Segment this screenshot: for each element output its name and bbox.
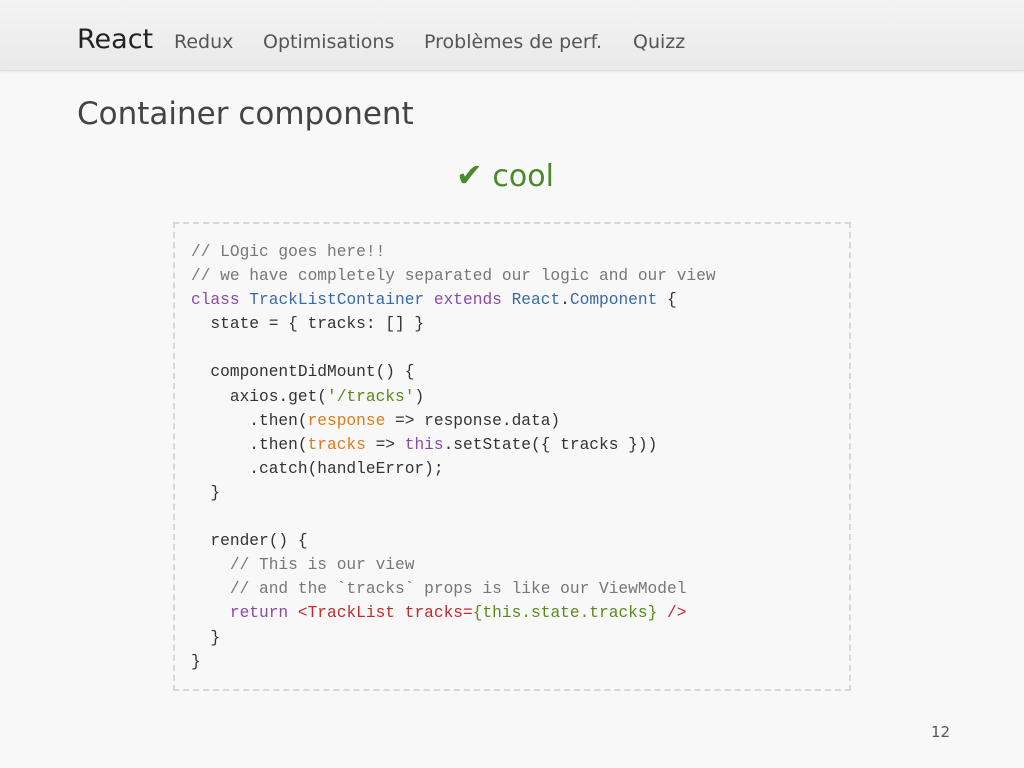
code-token: {this.state.tracks} [472, 604, 658, 623]
code-line: .catch(handleError); [191, 457, 716, 481]
code-token: this [404, 435, 444, 454]
code-token: => [365, 435, 405, 454]
nav-item-quizz[interactable]: Quizz [633, 0, 685, 70]
code-token: { [657, 291, 677, 310]
code-token: ) [414, 387, 425, 406]
code-line: } [191, 626, 716, 650]
nav-item-redux[interactable]: Redux [174, 0, 233, 70]
page-number: 12 [931, 723, 951, 741]
code-token: .then( [191, 411, 308, 430]
code-token: response [307, 411, 386, 430]
code-line: // and the `tracks` props is like our Vi… [191, 577, 716, 601]
top-navigation: React Redux Optimisations Problèmes de p… [0, 0, 1024, 71]
code-token: React [511, 291, 561, 310]
code-line: } [191, 650, 716, 674]
code-token: TrackListContainer [249, 291, 425, 310]
code-token: '/tracks' [327, 387, 415, 406]
code-token: Component [569, 291, 658, 310]
code-line: // we have completely separated our logi… [191, 264, 716, 288]
code-token: // we have completely separated our logi… [191, 267, 716, 286]
code-block: // LOgic goes here!! // we have completel… [173, 222, 851, 691]
code-token: axios.get( [191, 387, 327, 406]
code-token: // This is our view [191, 556, 415, 575]
code-line: // LOgic goes here!! [191, 240, 716, 264]
code-listing: // LOgic goes here!! // we have completel… [191, 240, 716, 674]
code-line: .then(response => response.data) [191, 409, 716, 433]
code-token: componentDidMount() { [191, 363, 415, 382]
nav-item-problemes-de-perf[interactable]: Problèmes de perf. [424, 0, 602, 70]
code-line: componentDidMount() { [191, 360, 716, 384]
code-token: render() { [191, 532, 308, 551]
code-token: => response.data) [385, 411, 561, 430]
check-icon: ✔ [456, 156, 483, 194]
code-token: tracks [307, 435, 366, 454]
code-line: } [191, 481, 716, 505]
nav-item-react[interactable]: React [77, 0, 153, 70]
code-token: } [191, 652, 201, 671]
code-line: state = { tracks: [] } [191, 312, 716, 336]
slide-title: Container component [77, 96, 414, 132]
code-line: render() { [191, 529, 716, 553]
code-token: .catch(handleError); [191, 459, 444, 478]
code-line: return <TrackList tracks={this.state.tra… [191, 601, 716, 625]
code-token: class [191, 291, 240, 310]
code-token: // LOgic goes here!! [191, 243, 386, 261]
nav-item-optimisations[interactable]: Optimisations [263, 0, 394, 70]
code-token: .setState({ tracks })) [443, 435, 658, 454]
code-token: } [191, 628, 221, 647]
code-token: return [229, 604, 289, 623]
cool-label: cool [492, 159, 554, 194]
cool-badge: ✔ cool [456, 156, 554, 194]
code-line: axios.get('/tracks') [191, 385, 716, 409]
code-line: class TrackListContainer extends React.C… [191, 288, 716, 312]
code-token: } [191, 483, 221, 502]
code-token: state = { tracks: [] } [191, 315, 425, 334]
code-token: /> [657, 604, 687, 623]
code-token: . [560, 291, 570, 310]
code-token: <TrackList tracks= [297, 604, 473, 623]
code-line: .then(tracks => this.setState({ tracks }… [191, 433, 716, 457]
code-token: .then( [191, 435, 308, 454]
code-token: // and the `tracks` props is like our Vi… [191, 580, 687, 599]
code-token: extends [433, 291, 502, 310]
code-line: // This is our view [191, 553, 716, 577]
